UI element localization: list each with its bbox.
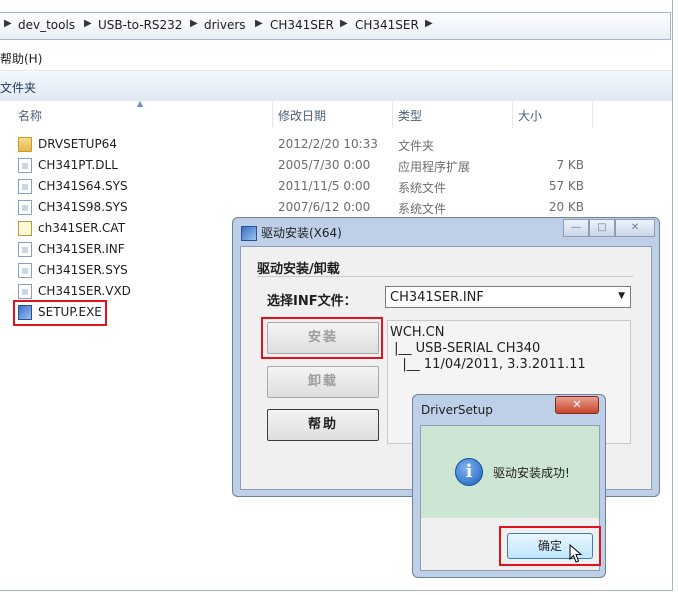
- app-icon: [241, 226, 257, 241]
- mouse-cursor-icon: [569, 543, 583, 563]
- column-divider[interactable]: [272, 101, 273, 128]
- file-modified: 2007/6/12 0:00: [278, 200, 371, 214]
- file-size: 7 KB: [556, 158, 584, 172]
- folder-icon: [18, 137, 32, 152]
- file-modified: 2011/11/5 0:00: [278, 179, 371, 193]
- file-name: CH341SER.SYS: [38, 263, 128, 277]
- file-row-drvsetup64[interactable]: DRVSETUP64 2012/2/20 10:33 文件夹: [0, 134, 620, 155]
- minimize-icon[interactable]: —: [563, 219, 589, 237]
- file-row-ch341pt-dll[interactable]: CH341PT.DLL 2005/7/30 0:00 应用程序扩展 7 KB: [0, 155, 620, 176]
- msgbox-message: 驱动安装成功!: [493, 466, 570, 480]
- file-type: 系统文件: [398, 202, 447, 216]
- close-icon[interactable]: ✕: [615, 219, 655, 237]
- file-name: DRVSETUP64: [38, 137, 117, 151]
- file-size: 57 KB: [548, 179, 584, 193]
- file-type: 系统文件: [398, 181, 447, 195]
- breadcrumb-separator-icon: ▶: [4, 18, 12, 29]
- breadcrumb-drivers[interactable]: drivers: [204, 18, 246, 32]
- column-divider[interactable]: [592, 101, 593, 128]
- msgbox-title: DriverSetup: [421, 403, 493, 417]
- info-line: WCH.CN: [390, 325, 445, 340]
- close-icon[interactable]: ✕: [555, 396, 599, 414]
- breadcrumb-dev-tools[interactable]: dev_tools: [18, 18, 75, 32]
- file-type: 应用程序扩展: [398, 160, 471, 174]
- sort-arrow-icon: ▲: [137, 99, 144, 108]
- menu-help[interactable]: 帮助(H): [0, 50, 42, 67]
- file-name: CH341SER.VXD: [38, 284, 131, 298]
- file-name: CH341S64.SYS: [38, 179, 128, 193]
- info-line: |__ 11/04/2011, 3.3.2011.11: [390, 357, 586, 372]
- column-divider[interactable]: [512, 101, 513, 128]
- file-name: CH341SER.INF: [38, 242, 125, 256]
- breadcrumb-separator-icon: ▶: [190, 18, 198, 29]
- column-divider[interactable]: [392, 101, 393, 128]
- breadcrumb-ch341ser-current[interactable]: CH341SER: [355, 18, 419, 32]
- breadcrumb-separator-icon: ▶: [255, 18, 263, 29]
- file-type: 文件夹: [398, 139, 435, 153]
- new-folder-button[interactable]: 文件夹: [0, 79, 36, 96]
- file-icon: [18, 200, 32, 215]
- toolbar: 文件夹: [0, 70, 672, 102]
- breadcrumb-separator-icon: ▶: [84, 18, 92, 29]
- inf-file-select[interactable]: CH341SER.INF ▼: [385, 286, 631, 308]
- menu-bar: 帮助(H): [0, 45, 672, 67]
- file-icon: [18, 179, 32, 194]
- column-size[interactable]: 大小: [518, 107, 542, 124]
- file-modified: 2005/7/30 0:00: [278, 158, 371, 172]
- maximize-icon[interactable]: □: [589, 219, 615, 237]
- breadcrumb-ch341ser[interactable]: CH341SER: [270, 18, 334, 32]
- file-row-ch341s98-sys[interactable]: CH341S98.SYS 2007/6/12 0:00 系统文件 20 KB: [0, 197, 620, 218]
- file-name: ch341SER.CAT: [38, 221, 126, 235]
- msgbox-message-area: i 驱动安装成功!: [421, 426, 599, 518]
- file-icon: [18, 158, 32, 173]
- setup-exe-highlight: [13, 300, 107, 326]
- security-catalog-icon: [18, 221, 32, 236]
- file-icon: [18, 242, 32, 257]
- group-title: 驱动安装/卸载: [257, 262, 340, 277]
- file-size: 20 KB: [548, 200, 584, 214]
- inf-label: 选择INF文件：: [267, 294, 357, 309]
- file-icon: [18, 284, 32, 299]
- chevron-down-icon[interactable]: ▼: [618, 291, 625, 301]
- ok-button-highlight: [499, 526, 601, 566]
- info-line: |__ USB-SERIAL CH340: [390, 341, 541, 356]
- column-modified[interactable]: 修改日期: [278, 107, 326, 124]
- msgbox-body: i 驱动安装成功! 确定: [420, 425, 601, 571]
- install-button-highlight: [261, 317, 383, 359]
- driversetup-message-box: DriverSetup ✕ i 驱动安装成功! 确定: [412, 394, 606, 578]
- file-name: CH341S98.SYS: [38, 200, 128, 214]
- column-header: ▲ 名称 修改日期 类型 大小: [0, 99, 672, 128]
- breadcrumb-dropdown-icon[interactable]: ▶: [425, 18, 433, 29]
- file-icon: [18, 263, 32, 278]
- file-name: CH341PT.DLL: [38, 158, 118, 172]
- help-button[interactable]: 帮助: [267, 409, 379, 441]
- breadcrumb-usb-to-rs232[interactable]: USB-to-RS232: [98, 18, 182, 32]
- address-bar[interactable]: ▶ dev_tools ▶ USB-to-RS232 ▶ drivers ▶ C…: [0, 12, 671, 40]
- breadcrumb-separator-icon: ▶: [340, 18, 348, 29]
- installer-title: 驱动安装(X64): [261, 226, 342, 240]
- file-row-ch341s64-sys[interactable]: CH341S64.SYS 2011/11/5 0:00 系统文件 57 KB: [0, 176, 620, 197]
- uninstall-button[interactable]: 卸载: [267, 366, 379, 398]
- info-icon: i: [455, 458, 483, 486]
- column-name[interactable]: 名称: [18, 107, 42, 124]
- inf-select-value: CH341SER.INF: [390, 290, 484, 305]
- group-divider: [257, 276, 633, 277]
- file-modified: 2012/2/20 10:33: [278, 137, 378, 151]
- column-type[interactable]: 类型: [398, 107, 422, 124]
